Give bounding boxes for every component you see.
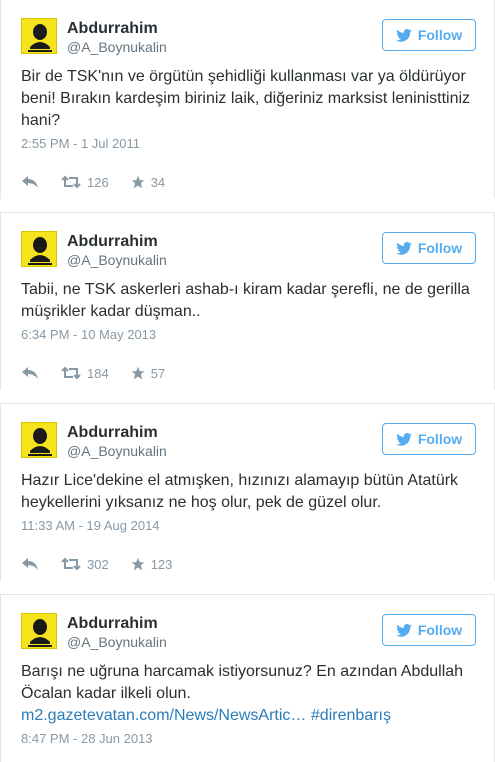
tweet-actions: 302 123 xyxy=(21,547,474,581)
tweet-link[interactable]: m2.gazetevatan.com/News/NewsArtic… xyxy=(21,707,306,724)
favorite-button[interactable]: 34 xyxy=(131,175,165,190)
follow-button[interactable]: Follow xyxy=(382,232,476,264)
tweet-actions: 184 57 xyxy=(21,356,474,390)
display-name[interactable]: Abdurrahim xyxy=(67,424,158,442)
reply-button[interactable] xyxy=(21,366,39,380)
display-name[interactable]: Abdurrahim xyxy=(67,615,158,633)
user-handle[interactable]: @A_Boynukalin xyxy=(67,39,167,55)
tweet-feed: Abdurrahim @A_Boynukalin Follow Bir de T… xyxy=(0,0,495,762)
bird-icon xyxy=(396,432,412,446)
avatar[interactable] xyxy=(21,613,57,649)
retweet-icon xyxy=(61,366,81,380)
tweet-body: Barışı ne uğruna harcamak istiyorsunuz? … xyxy=(21,663,464,702)
tweet-text: Tabii, ne TSK askerleri ashab-ı kiram ka… xyxy=(21,281,470,320)
retweet-icon xyxy=(61,557,81,571)
follow-label: Follow xyxy=(417,622,463,638)
retweet-count: 184 xyxy=(87,365,109,381)
tweet-text: Bir de TSK'nın ve örgütün şehidliği kull… xyxy=(21,68,471,129)
retweet-count: 302 xyxy=(87,556,109,572)
tweet-card: Abdurrahim @A_Boynukalin Follow Hazır Li… xyxy=(0,403,495,581)
avatar[interactable] xyxy=(21,231,57,267)
favorite-button[interactable]: 57 xyxy=(131,366,165,381)
follow-button[interactable]: Follow xyxy=(382,423,476,455)
display-name[interactable]: Abdurrahim xyxy=(67,233,158,251)
follow-label: Follow xyxy=(417,240,463,256)
retweet-button[interactable]: 126 xyxy=(61,175,109,190)
favorite-count: 57 xyxy=(150,365,166,381)
reply-icon xyxy=(22,367,38,379)
follow-label: Follow xyxy=(417,27,463,43)
retweet-icon xyxy=(61,175,81,189)
retweet-button[interactable]: 184 xyxy=(61,366,109,381)
tweet-card: Abdurrahim @A_Boynukalin Follow Bir de T… xyxy=(0,0,495,199)
reply-button[interactable] xyxy=(21,175,39,189)
tweet-timestamp[interactable]: 8:47 PM - 28 Jun 2013 xyxy=(21,731,474,746)
avatar[interactable] xyxy=(21,422,57,458)
display-name[interactable]: Abdurrahim xyxy=(67,20,158,38)
star-icon xyxy=(131,557,145,571)
favorite-button[interactable]: 123 xyxy=(131,556,173,572)
bird-icon xyxy=(396,623,412,637)
follow-button[interactable]: Follow xyxy=(382,19,476,51)
star-icon xyxy=(131,175,145,189)
hashtag-link[interactable]: #direnbarış xyxy=(311,707,391,724)
favorite-count: 123 xyxy=(150,556,173,572)
tweet-text: Hazır Lice'dekine el atmışken, hızınızı … xyxy=(21,472,459,511)
tweet-timestamp[interactable]: 2:55 PM - 1 Jul 2011 xyxy=(21,136,474,151)
avatar[interactable] xyxy=(21,18,57,54)
reply-button[interactable] xyxy=(21,557,39,571)
retweet-button[interactable]: 302 xyxy=(61,557,109,572)
tweet-card: Abdurrahim @A_Boynukalin Follow Barışı n… xyxy=(0,594,495,762)
bird-icon xyxy=(396,241,412,255)
tweet-text: Barışı ne uğruna harcamak istiyorsunuz? … xyxy=(21,661,474,727)
user-handle[interactable]: @A_Boynukalin xyxy=(67,443,167,459)
tweet-actions: 126 34 xyxy=(21,165,474,199)
bird-icon xyxy=(396,28,412,42)
tweet-card: Abdurrahim @A_Boynukalin Follow Tabii, n… xyxy=(0,212,495,390)
user-handle[interactable]: @A_Boynukalin xyxy=(67,634,167,650)
retweet-count: 126 xyxy=(87,174,109,190)
reply-icon xyxy=(22,558,38,570)
tweet-timestamp[interactable]: 11:33 AM - 19 Aug 2014 xyxy=(21,518,474,533)
favorite-count: 34 xyxy=(150,174,166,190)
star-icon xyxy=(131,366,145,380)
reply-icon xyxy=(22,176,38,188)
follow-button[interactable]: Follow xyxy=(382,614,476,646)
user-handle[interactable]: @A_Boynukalin xyxy=(67,252,167,268)
tweet-timestamp[interactable]: 6:34 PM - 10 May 2013 xyxy=(21,327,474,342)
follow-label: Follow xyxy=(417,431,463,447)
